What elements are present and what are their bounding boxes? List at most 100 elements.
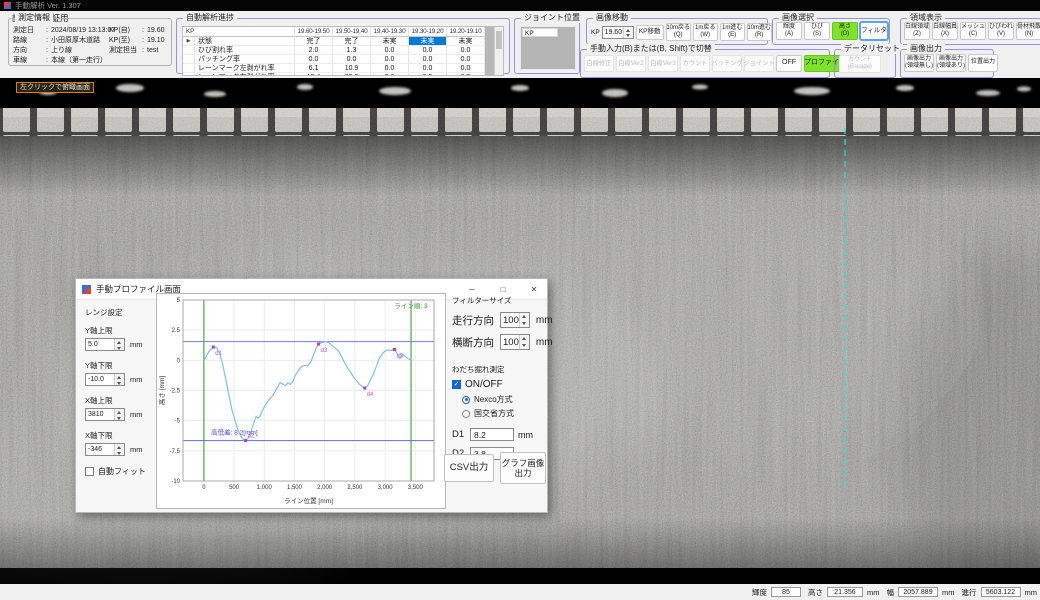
svg-text:1,500: 1,500 (287, 485, 303, 491)
measurement-row: KP(自):19.60 (109, 26, 171, 35)
table-cell[interactable]: 20.9 (333, 73, 371, 76)
table-row[interactable]: ひび割れ率2.01.30.00.00.0 (183, 46, 503, 55)
table-cell[interactable]: 0.0 (333, 55, 371, 64)
graph-image-export-button[interactable]: グラフ画像 出力 (500, 452, 546, 484)
table-cell[interactable]: 0.0 (371, 55, 409, 64)
scrollbar-thumb[interactable] (496, 31, 502, 49)
spinner-arrows[interactable] (114, 409, 124, 420)
range-field-spinner[interactable]: -10.0 (85, 373, 125, 386)
table-row[interactable]: レーンマーク左剥がれ率6.110.90.00.00.0 (183, 64, 503, 73)
spin-down-icon[interactable] (115, 415, 124, 421)
spin-up-icon[interactable] (520, 335, 529, 342)
table-cell[interactable]: 2.0 (295, 46, 333, 55)
table-cell[interactable]: 未実 (371, 37, 409, 46)
image-select-button-line2: (S) (813, 31, 821, 39)
table-cell[interactable]: 0.0 (409, 73, 447, 76)
table-row[interactable]: パッチング率0.00.00.00.00.0 (183, 55, 503, 64)
onoff-checkbox[interactable]: ✓ (452, 380, 461, 389)
spinner-arrows[interactable] (519, 335, 529, 349)
spin-down-icon[interactable] (520, 342, 529, 349)
running-direction-spinner[interactable]: 100 (500, 312, 530, 328)
region-button[interactable]: ひびわれ(V) (988, 22, 1014, 40)
output-button[interactable]: 位置出力 (968, 54, 998, 72)
table-cell[interactable]: 完了 (295, 37, 333, 46)
cross-direction-spinner[interactable]: 100 (500, 334, 530, 350)
table-cell[interactable]: 0.0 (371, 46, 409, 55)
manual-mode-button[interactable]: カウント (680, 55, 710, 72)
table-cell[interactable]: 15.4 (295, 73, 333, 76)
table-cell[interactable]: 0.0 (447, 55, 485, 64)
image-select-buttons: 輝度(A)ひび(S)高さ(D)フィルタ (776, 22, 888, 40)
table-cell[interactable]: 0.0 (409, 64, 447, 73)
spin-up-icon[interactable] (520, 313, 529, 320)
manual-mode-button[interactable]: パッチング (712, 55, 742, 72)
table-cell[interactable]: 1.3 (333, 46, 371, 55)
nav-button[interactable]: 1m戻る(W) (693, 23, 718, 41)
region-button[interactable]: 白線領域(Z) (904, 22, 930, 40)
csv-export-button[interactable]: CSV出力 (444, 454, 494, 482)
manual-mode-button[interactable]: 白線Ver3 (648, 55, 678, 72)
spin-down-icon[interactable] (115, 345, 124, 351)
image-select-button[interactable]: ひび(S) (804, 22, 830, 40)
spin-down-icon[interactable] (520, 320, 529, 327)
rut-onoff-row[interactable]: ✓ ON/OFF (452, 379, 544, 390)
image-select-button[interactable]: 輝度(A) (776, 22, 802, 40)
nav-button[interactable]: 10m進む(R) (747, 23, 772, 41)
spinner-arrows[interactable] (519, 313, 529, 327)
count-escape-button[interactable]: カウント (Escape) (839, 55, 881, 73)
range-field-spinner[interactable]: 5.0 (85, 338, 125, 351)
kp-spinner-arrows[interactable] (623, 27, 633, 38)
output-button[interactable]: 画像出力(領域あり) (936, 54, 966, 72)
off-button[interactable]: OFF (776, 55, 802, 72)
nexco-radio-row[interactable]: Nexco方式 (462, 394, 544, 405)
region-button-line1: 白線幅員 (933, 24, 957, 32)
nav-button[interactable]: 1m進む(E) (720, 23, 745, 41)
filter-button[interactable]: フィルタ (860, 22, 888, 40)
table-cell[interactable]: 0.0 (409, 55, 447, 64)
spinner-arrows[interactable] (114, 374, 124, 385)
table-cell[interactable]: 0.0 (371, 73, 409, 76)
range-field-spinner[interactable]: -346 (85, 443, 125, 456)
svg-text:3,500: 3,500 (408, 485, 424, 491)
table-cell[interactable]: 未実 (447, 37, 485, 46)
region-button[interactable]: 白線幅員(X) (932, 22, 958, 40)
region-button[interactable]: 骨材飛散(N) (1016, 22, 1040, 40)
nexco-radio[interactable] (462, 396, 470, 404)
table-row[interactable]: レーンマーク右剥がれ率15.420.90.00.00.0 (183, 73, 503, 76)
manual-mode-button[interactable]: 白線修正 (584, 55, 614, 72)
region-button[interactable]: メッシュ(C) (960, 22, 986, 40)
progress-table[interactable]: KP19.60-19.5019.50-19.4019.40-19.3019.30… (182, 26, 504, 76)
output-button[interactable]: 画像出力(領域無し) (904, 54, 934, 72)
table-row[interactable]: ▶状態完了完了未実未実未実 (183, 37, 503, 46)
table-cell[interactable]: 0.0 (295, 55, 333, 64)
table-cell[interactable]: 10.9 (333, 64, 371, 73)
table-cell[interactable]: 0.0 (371, 64, 409, 73)
table-cell[interactable]: 未実 (409, 37, 447, 46)
table-cell[interactable]: 6.1 (295, 64, 333, 73)
spin-down-icon[interactable] (624, 32, 633, 38)
table-cell[interactable]: 0.0 (447, 46, 485, 55)
kp-spinner[interactable]: 19.60 (602, 26, 634, 39)
d1-input[interactable]: 8.2 (470, 428, 514, 441)
table-cell[interactable]: 0.0 (409, 46, 447, 55)
image-select-button[interactable]: 高さ(D) (832, 22, 858, 40)
range-field-spinner[interactable]: 3810 (85, 408, 125, 421)
spin-down-icon[interactable] (115, 380, 124, 386)
joint-list[interactable]: KP (520, 26, 576, 70)
mlit-radio[interactable] (462, 410, 470, 418)
spin-down-icon[interactable] (115, 450, 124, 456)
autofit-checkbox[interactable] (85, 467, 94, 476)
autofit-row[interactable]: 自動フィット (85, 466, 151, 477)
spinner-arrows[interactable] (114, 339, 124, 350)
progress-scrollbar[interactable] (494, 27, 503, 75)
mlit-radio-row[interactable]: 国交省方式 (462, 408, 544, 419)
manual-mode-button[interactable]: 白線Ver2 (616, 55, 646, 72)
table-cell[interactable]: 0.0 (447, 64, 485, 73)
nav-button[interactable]: 10m戻る(Q) (666, 23, 691, 41)
table-cell[interactable]: 完了 (333, 37, 371, 46)
kp-move-button[interactable]: KP移動 (636, 25, 664, 40)
spinner-arrows[interactable] (114, 444, 124, 455)
manual-mode-button[interactable]: ジョイント (744, 55, 774, 72)
nexco-label: Nexco方式 (474, 394, 513, 405)
table-cell[interactable]: 0.0 (447, 73, 485, 76)
